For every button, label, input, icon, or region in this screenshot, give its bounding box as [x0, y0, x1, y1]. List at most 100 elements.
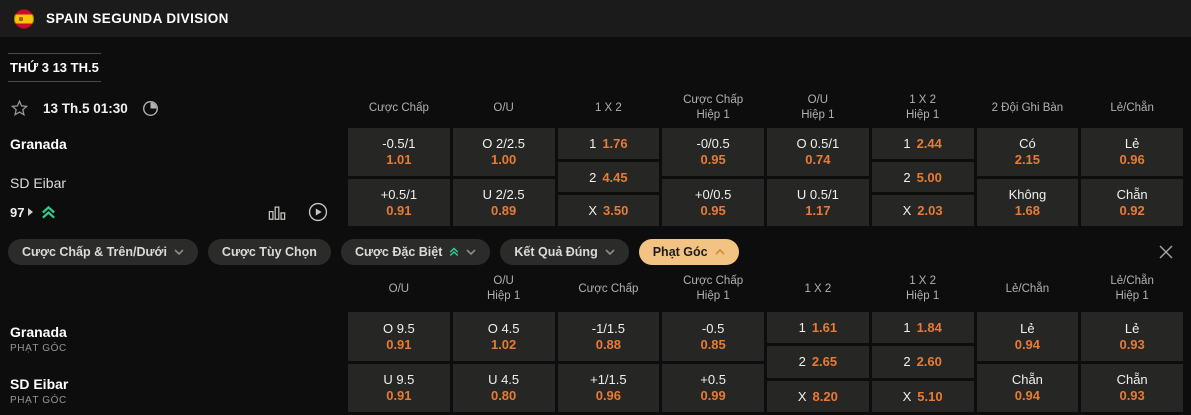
odds-cell[interactable]: 25.00 — [872, 162, 974, 193]
main-odds-grid: Cược Chấp -0.5/11.01 +0.5/10.91 O/U O 2/… — [348, 93, 1183, 226]
odds-cell[interactable]: U 2/2.50.89 — [453, 179, 555, 227]
odds-cell[interactable]: 11.84 — [872, 312, 974, 343]
odds-cell[interactable]: +0.5/10.91 — [348, 179, 450, 227]
odds-cell[interactable]: 11.76 — [558, 128, 660, 159]
odds-cell[interactable]: -1/1.50.88 — [558, 312, 660, 361]
odds-cell[interactable]: O 2/2.51.00 — [453, 128, 555, 176]
tab-specials[interactable]: Cược Đặc Biệt — [341, 239, 490, 265]
corners-away-row: SD Eibar PHẠT GÓC — [10, 367, 348, 415]
odds-value: 2.65 — [812, 354, 837, 369]
odds-cell[interactable]: Lẻ0.94 — [977, 312, 1079, 361]
statistics-icon[interactable] — [268, 204, 286, 221]
away-team-name: SD Eibar — [10, 175, 328, 191]
odds-cell[interactable]: O 0.5/10.74 — [767, 128, 869, 176]
selection-label: Chẵn — [1117, 372, 1148, 387]
market-column-odd-even: Lẻ/Chẵn Lẻ0.94 Chẵn0.94 — [977, 270, 1079, 415]
odds-cell[interactable]: +0.50.99 — [662, 364, 764, 413]
selection-label: O 4.5 — [488, 321, 520, 336]
market-column-header: 1 X 2 — [767, 270, 869, 308]
market-column-header: O/U — [348, 270, 450, 308]
market-column-ou: O/U O 9.50.91 U 9.50.91 — [348, 270, 450, 415]
odds-cell[interactable]: O 9.50.91 — [348, 312, 450, 361]
selection-label: +0/0.5 — [695, 187, 732, 202]
odds-cell[interactable]: Chẵn0.94 — [977, 364, 1079, 413]
odds-value: 0.88 — [596, 337, 621, 352]
selection-label: 1 — [903, 320, 910, 335]
chevron-down-icon — [466, 249, 476, 255]
tab-correct-score[interactable]: Kết Quả Đúng — [500, 239, 628, 265]
live-stream-play-icon[interactable] — [308, 202, 328, 222]
selection-label: Lẻ — [1125, 136, 1139, 151]
market-column-handicap-1h: Cược ChấpHiệp 1 -0.50.85 +0.50.99 — [662, 270, 764, 415]
odds-cell[interactable]: O 4.51.02 — [453, 312, 555, 361]
selection-label: 2 — [589, 170, 596, 185]
odds-cell[interactable]: -0/0.50.95 — [662, 128, 764, 176]
selection-label: 1 — [903, 136, 910, 151]
selection-label: Lẻ — [1020, 321, 1034, 336]
odds-value: 1.02 — [491, 337, 516, 352]
odds-value: 0.95 — [700, 203, 725, 218]
market-column-header: O/U — [453, 93, 555, 123]
odds-cell[interactable]: -0.5/11.01 — [348, 128, 450, 176]
market-type-label: PHẠT GÓC — [10, 395, 348, 406]
odds-value: 0.95 — [700, 152, 725, 167]
selection-label: U 2/2.5 — [483, 187, 525, 202]
odds-value: 8.20 — [813, 389, 838, 404]
odds-cell[interactable]: Lẻ0.96 — [1081, 128, 1183, 176]
odds-cell[interactable]: -0.50.85 — [662, 312, 764, 361]
odds-cell[interactable]: Lẻ0.93 — [1081, 312, 1183, 361]
odds-cell[interactable]: +0/0.50.95 — [662, 179, 764, 227]
odds-cell[interactable]: U 9.50.91 — [348, 364, 450, 413]
spain-flag-icon — [14, 9, 34, 29]
tab-handicap-over-under[interactable]: Cược Chấp & Trên/Dưới — [8, 239, 198, 265]
selection-label: +0.5 — [700, 372, 726, 387]
tab-bet-builder[interactable]: Cược Tùy Chọn — [208, 239, 331, 265]
selection-label: Chẵn — [1117, 187, 1148, 202]
market-column-header: Lẻ/Chẵn — [1081, 93, 1183, 123]
odds-cell[interactable]: 22.60 — [872, 346, 974, 377]
market-column-ou-1h: O/UHiệp 1 O 4.51.02 U 4.50.80 — [453, 270, 555, 415]
odds-cell[interactable]: X 8.20 — [767, 381, 869, 412]
selection-label: X — [798, 389, 807, 404]
odds-value: 0.91 — [386, 388, 411, 403]
selection-label: O 2/2.5 — [482, 136, 525, 151]
odds-value: 5.00 — [917, 170, 942, 185]
market-column-header: 1 X 2Hiệp 1 — [872, 270, 974, 308]
odds-cell[interactable]: +1/1.50.96 — [558, 364, 660, 413]
tab-corners[interactable]: Phạt Góc — [639, 239, 739, 265]
market-column-header: 1 X 2 — [558, 93, 660, 123]
odds-cell[interactable]: Có2.15 — [977, 128, 1079, 176]
odds-cell[interactable]: 12.44 — [872, 128, 974, 159]
selection-label: -1/1.5 — [592, 321, 625, 336]
odds-cell[interactable]: 22.65 — [767, 346, 869, 377]
odds-cell[interactable]: X5.10 — [872, 381, 974, 412]
selection-label: Chẵn — [1012, 372, 1043, 387]
selection-label: +0.5/1 — [381, 187, 418, 202]
selection-label: Có — [1019, 136, 1036, 151]
odds-boost-icon — [41, 205, 56, 220]
market-column-1x2: 1 X 2 11.61 22.65 X8.20 — [767, 270, 869, 415]
odds-value: 0.91 — [386, 337, 411, 352]
close-icon[interactable] — [1159, 245, 1173, 259]
market-column-header: Cược ChấpHiệp 1 — [662, 93, 764, 123]
market-column-over-under-1h: O/UHiệp 1 O 0.5/10.74 U 0.5/11.17 — [767, 93, 869, 226]
odds-value: 1.76 — [602, 136, 627, 151]
odds-cell[interactable]: Chẵn0.92 — [1081, 179, 1183, 227]
odds-cell[interactable]: 11.61 — [767, 312, 869, 343]
market-column-over-under: O/U O 2/2.51.00 U 2/2.50.89 — [453, 93, 555, 226]
odds-cell[interactable]: Không1.68 — [977, 179, 1079, 227]
odds-value: 1.68 — [1015, 203, 1040, 218]
odds-cell[interactable]: Chẵn0.93 — [1081, 364, 1183, 413]
odds-cell[interactable]: X2.03 — [872, 195, 974, 226]
selection-label: -0.5/1 — [382, 136, 415, 151]
market-column-header: Lẻ/ChẵnHiệp 1 — [1081, 270, 1183, 308]
league-header: SPAIN SEGUNDA DIVISION — [0, 0, 1191, 37]
odds-cell[interactable]: X3.50 — [558, 195, 660, 226]
odds-cell[interactable]: U 0.5/11.17 — [767, 179, 869, 227]
odds-cell[interactable]: U 4.50.80 — [453, 364, 555, 413]
favorite-star-icon[interactable] — [10, 99, 29, 118]
match-row: 13 Th.5 01:30 Granada SD Eibar 97 — [0, 89, 1191, 232]
selection-label: 2 — [799, 354, 806, 369]
odds-cell[interactable]: 24.45 — [558, 162, 660, 193]
more-markets-button[interactable]: 97 — [10, 205, 33, 220]
